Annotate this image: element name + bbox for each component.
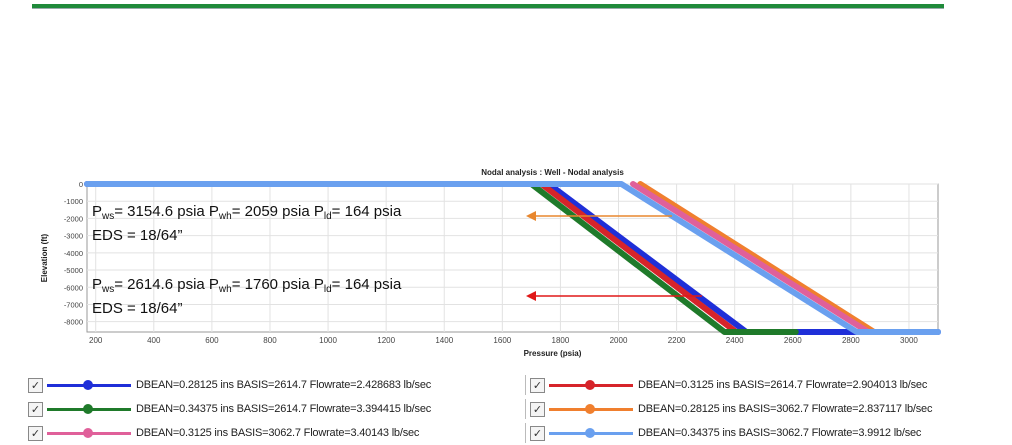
legend-checkbox[interactable]: ✓ (28, 377, 43, 393)
annotation-fragment: ws (101, 284, 114, 295)
legend-checkbox[interactable]: ✓ (28, 401, 43, 417)
chart-canvas: Nodal analysis : Well - Nodal analysis 20… (40, 168, 941, 358)
y-tick-label: -3000 (64, 232, 83, 241)
chart-title: Nodal analysis : Well - Nodal analysis (481, 168, 624, 177)
legend-swatch-marker (585, 404, 595, 414)
x-tick-label: 2600 (784, 336, 802, 345)
y-tick-label: -7000 (64, 300, 83, 309)
legend-column-divider (525, 375, 526, 395)
top-toolbar-border (32, 0, 944, 10)
legend-label: DBEAN=0.28125 ins BASIS=3062.7 Flowrate=… (638, 403, 933, 415)
x-tick-label: 1000 (319, 336, 337, 345)
y-tick-label: -4000 (64, 249, 83, 258)
y-axis-label: Elevation (ft) (40, 233, 49, 282)
x-tick-label: 800 (263, 336, 277, 345)
x-tick-label: 400 (147, 336, 161, 345)
x-tick-label: 2000 (610, 336, 628, 345)
legend-column-divider (525, 399, 526, 419)
x-tick-label: 600 (205, 336, 219, 345)
y-tick-label: -5000 (64, 266, 83, 275)
annotation-fragment: = 2614.6 psia P (114, 276, 219, 293)
x-tick-label: 3000 (900, 336, 918, 345)
series-end-marker-3 (792, 329, 799, 335)
chart-legend: ✓ DBEAN=0.28125 ins BASIS=2614.7 Flowrate… (28, 371, 1012, 445)
legend-item-1[interactable]: ✓ DBEAN=0.28125 ins BASIS=2614.7 Flowrate… (28, 375, 431, 395)
annotation-fragment: = 164 psia (332, 203, 402, 220)
y-tick-label: -1000 (64, 197, 83, 206)
legend-label: DBEAN=0.34375 ins BASIS=2614.7 Flowrate=… (136, 403, 432, 415)
annotation-text-2-line-1: Pws= 2614.6 psia Pwh= 1760 psia Pld= 164… (92, 276, 402, 295)
legend-swatch (47, 426, 131, 440)
legend-swatch-marker (83, 404, 93, 414)
legend-label: DBEAN=0.3125 ins BASIS=3062.7 Flowrate=3… (136, 427, 420, 439)
legend-swatch (549, 402, 633, 416)
legend-item-2[interactable]: ✓ DBEAN=0.3125 ins BASIS=2614.7 Flowrate=… (530, 375, 927, 395)
x-tick-label: 1200 (377, 336, 395, 345)
annotation-fragment: ws (101, 211, 114, 222)
annotation-fragment: EDS = 18/64” (92, 227, 182, 244)
legend-item-6[interactable]: ✓ DBEAN=0.34375 ins BASIS=3062.7 Flowrate… (530, 423, 921, 443)
annotation-text-1-line-2: EDS = 18/64” (92, 227, 182, 244)
x-axis-label: Pressure (psia) (524, 349, 582, 358)
legend-item-4[interactable]: ✓ DBEAN=0.28125 ins BASIS=3062.7 Flowrate… (530, 399, 932, 419)
annotation-fragment: P (92, 203, 102, 220)
y-tick-label: -8000 (64, 318, 83, 327)
legend-checkbox[interactable]: ✓ (530, 425, 545, 441)
annotation-text-1-line-1: Pws= 3154.6 psia Pwh= 2059 psia Pld= 164… (92, 203, 402, 222)
y-tick-label: -2000 (64, 214, 83, 223)
legend-swatch (47, 378, 131, 392)
legend-label: DBEAN=0.28125 ins BASIS=2614.7 Flowrate=… (136, 379, 432, 391)
annotation-fragment: EDS = 18/64” (92, 300, 182, 317)
legend-swatch-marker (585, 428, 595, 438)
annotation-fragment: ld (324, 211, 332, 222)
x-tick-label: 2400 (726, 336, 744, 345)
x-tick-label: 2800 (842, 336, 860, 345)
annotation-fragment: ld (324, 284, 332, 295)
legend-checkbox[interactable]: ✓ (530, 401, 545, 417)
legend-checkbox[interactable]: ✓ (28, 425, 43, 441)
x-tick-label: 2200 (668, 336, 686, 345)
legend-label: DBEAN=0.3125 ins BASIS=2614.7 Flowrate=2… (638, 379, 928, 391)
nodal-analysis-chart: Nodal analysis : Well - Nodal analysis 20… (32, 162, 944, 362)
y-tick-label: 0 (79, 180, 83, 189)
series-end-marker-6 (935, 329, 941, 335)
annotation-fragment: wh (218, 284, 232, 295)
annotation-fragment: = 2059 psia P (232, 203, 324, 220)
x-tick-label: 1600 (493, 336, 511, 345)
annotation-fragment: = 164 psia (332, 276, 402, 293)
legend-column-divider (525, 423, 526, 443)
legend-item-5[interactable]: ✓ DBEAN=0.3125 ins BASIS=3062.7 Flowrate=… (28, 423, 419, 443)
legend-label: DBEAN=0.34375 ins BASIS=3062.7 Flowrate=… (638, 427, 922, 439)
toolbar-divider (32, 8, 944, 9)
legend-swatch (549, 426, 633, 440)
legend-swatch-marker (585, 380, 595, 390)
annotation-fragment: = 1760 psia P (232, 276, 324, 293)
x-tick-label: 200 (89, 336, 103, 345)
y-tick-label: -6000 (64, 283, 83, 292)
legend-swatch-marker (83, 380, 93, 390)
legend-checkbox[interactable]: ✓ (530, 377, 545, 393)
x-tick-label: 1400 (435, 336, 453, 345)
annotation-fragment: P (92, 276, 102, 293)
legend-swatch-marker (83, 428, 93, 438)
annotation-fragment: = 3154.6 psia P (114, 203, 219, 220)
series-start-marker (86, 181, 92, 187)
legend-swatch (47, 402, 131, 416)
legend-item-3[interactable]: ✓ DBEAN=0.34375 ins BASIS=2614.7 Flowrate… (28, 399, 431, 419)
x-tick-label: 1800 (552, 336, 570, 345)
annotation-fragment: wh (218, 211, 232, 222)
annotation-text-2-line-2: EDS = 18/64” (92, 300, 182, 317)
legend-swatch (549, 378, 633, 392)
